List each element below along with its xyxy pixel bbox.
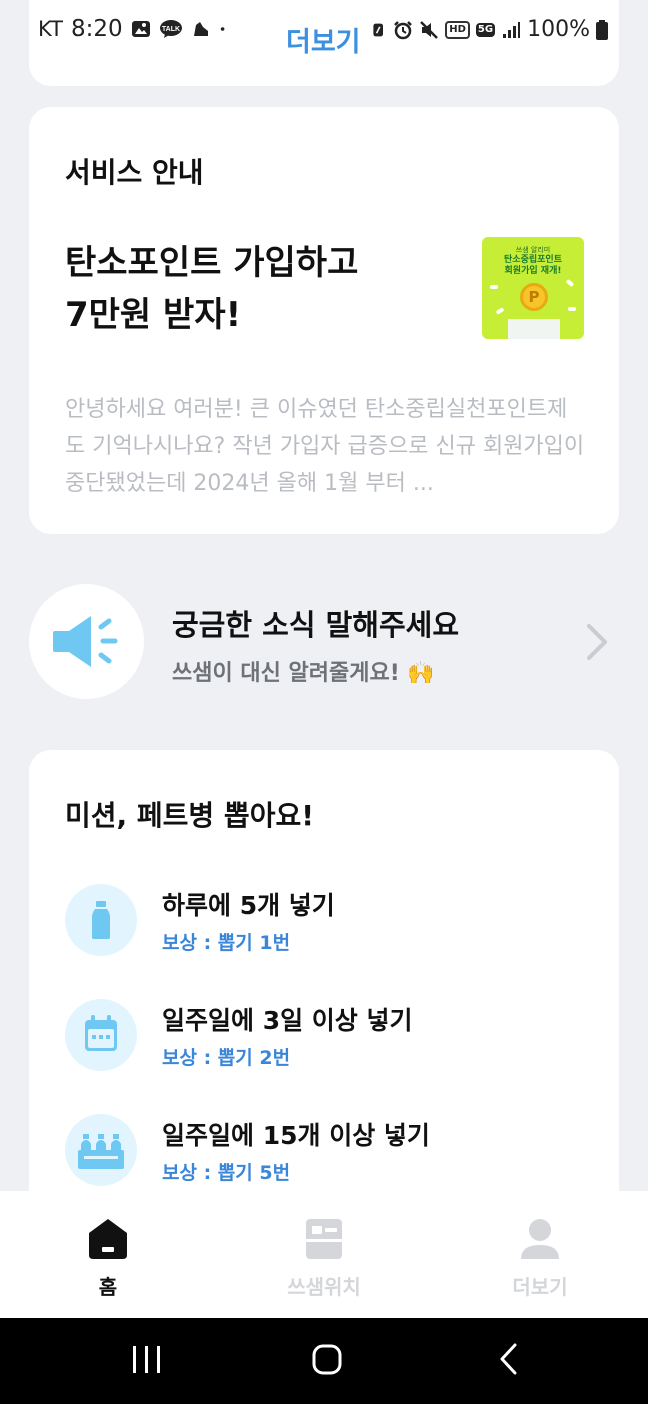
recent-apps-icon[interactable] — [122, 1338, 172, 1382]
alarm-icon — [394, 20, 413, 39]
dot-icon — [220, 27, 225, 31]
service-info-card[interactable]: 서비스 안내 탄소포인트 가입하고 7만원 받자! 쓰샘 알리미 탄소중립포인트… — [29, 107, 619, 534]
news-banner-subtitle: 쓰샘이 대신 알려줄게요! 🙌 — [172, 661, 435, 686]
battery-icon — [596, 19, 608, 40]
bottom-tab-bar: 홈 쓰샘위치 더보기 — [0, 1191, 648, 1318]
status-bar: KT 8:20 TALK 더보기 HD 5G 100% — [0, 0, 648, 62]
confetti — [490, 285, 498, 289]
tab-label: 더보기 — [512, 1275, 568, 1299]
news-banner-title: 궁금한 소식 말해주세요 — [172, 608, 459, 642]
bottles-pack-icon — [78, 1134, 124, 1169]
mission-icon-circle — [65, 1114, 137, 1186]
mission-reward: 보상 : 뽑기 5번 — [162, 1162, 291, 1184]
mission-reward: 보상 : 뽑기 1번 — [162, 932, 291, 954]
mission-title: 일주일에 15개 이상 넣기 — [162, 1121, 430, 1150]
mission-title: 일주일에 3일 이상 넣기 — [162, 1006, 413, 1035]
tab-label: 쓰샘위치 — [287, 1275, 361, 1299]
hd-icon: HD — [445, 20, 470, 39]
calendar-icon — [85, 1015, 117, 1051]
carrier-label: KT — [38, 17, 63, 41]
megaphone-icon — [53, 616, 118, 667]
system-navigation-bar — [0, 1318, 648, 1404]
back-icon[interactable] — [485, 1338, 535, 1382]
home-icon — [89, 1219, 127, 1259]
mission-item[interactable]: 하루에 5개 넣기 보상 : 뽑기 1번 — [65, 884, 585, 964]
thumbnail-title-line-1: 탄소중립포인트 — [504, 255, 562, 265]
missions-heading: 미션, 페트병 뽑아요! — [65, 799, 314, 832]
svg-text:TALK: TALK — [162, 26, 180, 33]
service-body-text: 안녕하세요 여러분! 큰 이슈였던 탄소중립실천포인트제도 기억나시나요? 작년… — [65, 397, 585, 496]
profile-icon — [521, 1219, 559, 1259]
battery-percent: 100% — [527, 17, 590, 42]
mission-icon-circle — [65, 999, 137, 1071]
overlay-more-link[interactable]: 더보기 — [286, 20, 361, 59]
tab-home[interactable]: 홈 — [0, 1191, 216, 1318]
tab-location[interactable]: 쓰샘위치 — [216, 1191, 432, 1318]
news-request-banner[interactable]: 궁금한 소식 말해주세요 쓰샘이 대신 알려줄게요! 🙌 — [0, 580, 648, 700]
mission-title: 하루에 5개 넣기 — [162, 891, 335, 920]
thumbnail-box — [508, 319, 560, 339]
thumbnail-title: 탄소중립포인트 회원가입 재개! — [482, 255, 584, 277]
mission-reward: 보상 : 뽑기 2번 — [162, 1047, 291, 1069]
home-button-icon[interactable] — [302, 1338, 352, 1382]
mission-item[interactable]: 일주일에 3일 이상 넣기 보상 : 뽑기 2번 — [65, 999, 585, 1079]
tab-more[interactable]: 더보기 — [432, 1191, 648, 1318]
thumbnail-title-line-2: 회원가입 재개! — [504, 266, 562, 276]
tab-label: 홈 — [98, 1275, 118, 1299]
kakaotalk-icon: TALK — [159, 20, 182, 38]
confetti — [568, 307, 576, 311]
confetti — [565, 278, 575, 288]
headline-line-1: 탄소포인트 가입하고 — [65, 243, 359, 283]
bottle-icon — [92, 901, 110, 939]
confetti — [495, 307, 505, 315]
missions-card: 미션, 페트병 뽑아요! 하루에 5개 넣기 보상 : 뽑기 1번 일주일에 3… — [29, 750, 619, 1210]
nfc-icon — [373, 23, 384, 36]
gallery-icon — [131, 21, 150, 37]
service-headline: 탄소포인트 가입하고 7만원 받자! — [65, 237, 445, 341]
mission-item[interactable]: 일주일에 15개 이상 넣기 보상 : 뽑기 5번 — [65, 1114, 585, 1194]
headline-line-2: 7만원 받자! — [65, 295, 242, 335]
5g-icon: 5G — [475, 22, 496, 37]
thumbnail-small-text: 쓰샘 알리미 — [515, 246, 551, 254]
signal-icon — [503, 21, 521, 38]
clock: 8:20 — [70, 16, 123, 42]
shoe-icon — [193, 22, 208, 36]
article-thumbnail: 쓰샘 알리미 탄소중립포인트 회원가입 재개! P — [482, 237, 584, 339]
chevron-right-icon — [587, 624, 607, 660]
mission-icon-circle — [65, 884, 137, 956]
service-info-heading: 서비스 안내 — [65, 156, 204, 189]
point-coin-icon: P — [520, 283, 548, 311]
megaphone-icon-circle — [29, 584, 144, 699]
mute-icon — [420, 20, 439, 39]
location-icon — [306, 1219, 342, 1259]
